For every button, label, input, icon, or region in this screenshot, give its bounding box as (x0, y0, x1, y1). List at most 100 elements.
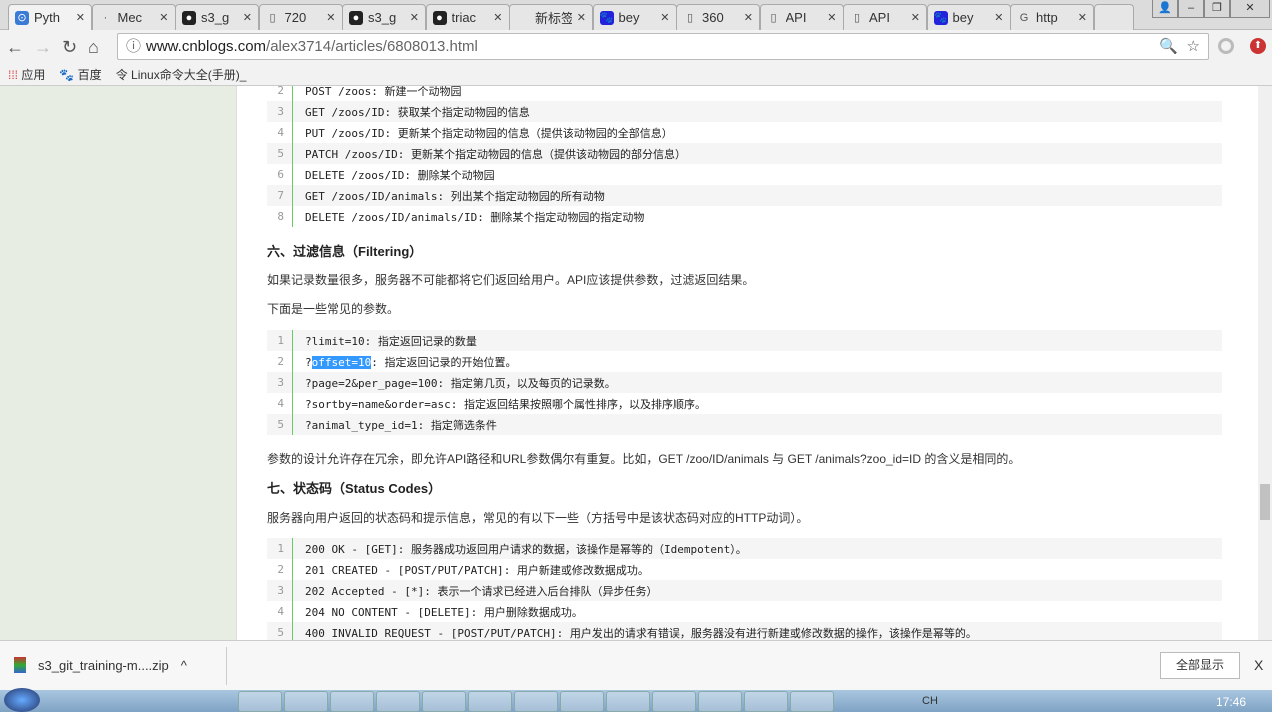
language-indicator[interactable]: CH (922, 695, 938, 707)
scrollbar-thumb[interactable] (1260, 484, 1270, 520)
forward-icon[interactable]: → (34, 37, 52, 58)
chevron-up-icon[interactable]: ^ (181, 658, 187, 673)
close-downloads-button[interactable]: X (1254, 657, 1263, 673)
close-tab-icon[interactable]: ✕ (994, 11, 1003, 24)
paint-app-icon[interactable] (744, 691, 788, 712)
browser-tab[interactable]: · Mec ✕ (91, 4, 176, 30)
browser-tab[interactable]: ▯ API ✕ (759, 4, 844, 30)
pin-icon[interactable] (192, 691, 236, 712)
browser-tab[interactable]: 新标签页 ✕ (509, 4, 593, 30)
line-number: 4 (267, 122, 293, 143)
browser-tab[interactable]: Ghttp ✕ (1010, 4, 1094, 30)
code-comment: : 用户发出的请求有错误，服务器没有进行新建或修改数据的操作，该操作是幂等的。 (556, 626, 977, 640)
bookmark-item[interactable]: 🐾 百度 (59, 66, 101, 83)
code-comment: : 服务器成功返回用户请求的数据，该操作是幂等的（Idempotent）。 (397, 542, 747, 556)
bookmark-item[interactable]: ⁞⁞⁞ 应用 (8, 66, 45, 83)
close-tab-icon[interactable]: ✕ (410, 11, 419, 24)
chrome-icon[interactable] (238, 691, 282, 712)
download-item[interactable]: s3_git_training-m....zip ^ (14, 657, 187, 673)
code-text: 204 NO CONTENT - [DELETE] (305, 605, 471, 619)
line-number: 1 (267, 330, 293, 351)
code-text: PATCH /zoos/ID (305, 147, 398, 161)
start-button[interactable] (4, 688, 40, 712)
browser-tab[interactable]: ▯ API ✕ (843, 4, 927, 30)
new-tab-button[interactable] (1093, 4, 1134, 30)
line-number: 5 (267, 414, 293, 435)
browser-toolbar: ← → ↻ ⌂ ⓘ www.cnblogs.com/alex3714/artic… (0, 30, 1272, 64)
browser-tab[interactable]: 🐾 bey ✕ (926, 4, 1011, 30)
back-icon[interactable]: ← (6, 37, 24, 58)
minimize-button[interactable]: – (1178, 0, 1204, 18)
app-icon[interactable] (606, 691, 650, 712)
close-tab-icon[interactable]: ✕ (326, 11, 335, 24)
code-comment: : 指定第几页，以及每页的记录数。 (437, 376, 616, 390)
browser-tab[interactable]: ▯ 360 ✕ (676, 4, 760, 30)
close-tab-icon[interactable]: ✕ (577, 11, 586, 24)
restore-button[interactable]: ❐ (1204, 0, 1230, 18)
baidu-icon: 🐾 (59, 68, 75, 82)
close-tab-icon[interactable]: ✕ (744, 11, 753, 24)
page-icon-icon: ▯ (686, 11, 694, 24)
browser-tab[interactable]: ● triac ✕ (425, 4, 510, 30)
close-tab-icon[interactable]: ✕ (76, 11, 85, 24)
browser-tab[interactable]: ▯ 720 ✕ (258, 4, 343, 30)
browser-tab[interactable]: 🐾 bey ✕ (592, 4, 677, 30)
line-number: 1 (267, 538, 293, 559)
page-icon-icon: ▯ (770, 11, 777, 24)
bookmark-item[interactable]: 令 Linux命令大全(手册)_ (116, 66, 247, 83)
clock[interactable]: 17:46 (1216, 695, 1246, 709)
code-line: 5 PATCH /zoos/ID: 更新某个指定动物园的信息（提供该动物园的部分信… (267, 143, 1222, 164)
star-icon[interactable]: ☆ (1187, 34, 1200, 59)
code-line: 2 POST /zoos: 新建一个动物园 (267, 86, 1222, 101)
extension-upload-icon[interactable]: ⬆ (1250, 38, 1266, 54)
code-comment: : 用户删除数据成功。 (470, 605, 583, 619)
paint-icon[interactable] (54, 691, 98, 712)
browser-tab[interactable]: ⊙ Pyth ✕ (8, 4, 92, 30)
home-icon[interactable]: ⌂ (88, 37, 99, 58)
save-icon[interactable] (146, 691, 190, 712)
pycharm-icon[interactable] (790, 691, 834, 712)
code-comment: : 用户新建或修改数据成功。 (503, 563, 649, 577)
shop-icon[interactable] (514, 691, 558, 712)
close-tab-icon[interactable]: ✕ (911, 11, 920, 24)
extension-circle-icon[interactable] (1218, 38, 1234, 54)
baidu-icon-icon: 🐾 (933, 10, 948, 25)
info-icon[interactable]: ⓘ (126, 34, 141, 59)
snipping-icon[interactable] (100, 691, 144, 712)
code-comment: : 指定返回记录的数量 (364, 334, 477, 348)
cmd-icon[interactable] (468, 691, 512, 712)
close-window-button[interactable]: ✕ (1230, 0, 1270, 18)
bird-icon[interactable] (698, 691, 742, 712)
close-tab-icon[interactable]: ✕ (493, 11, 502, 24)
zoom-icon[interactable]: 🔍 (1159, 34, 1178, 59)
browser-tab[interactable]: ● s3_g ✕ (342, 4, 426, 30)
word-icon[interactable] (330, 691, 374, 712)
tab-title: bey (952, 10, 974, 25)
close-tab-icon[interactable]: ✕ (660, 11, 669, 24)
close-tab-icon[interactable]: ✕ (1078, 11, 1087, 24)
code-text: ?sortby=name&order=asc (305, 397, 451, 411)
page-icon-icon: ▯ (269, 11, 276, 24)
notepad-icon[interactable] (284, 691, 328, 712)
powerpoint-icon[interactable] (376, 691, 420, 712)
browser-tab[interactable]: ● s3_g ✕ (175, 4, 259, 30)
apps-icon: ⁞⁞⁞ (8, 68, 19, 82)
page-scrollbar[interactable] (1258, 86, 1272, 640)
close-tab-icon[interactable]: ✕ (827, 11, 836, 24)
close-tab-icon[interactable]: ✕ (243, 11, 252, 24)
tab-title: s3_g (368, 10, 397, 25)
show-all-downloads-button[interactable]: 全部显示 (1160, 652, 1240, 679)
close-tab-icon[interactable]: ✕ (159, 11, 168, 24)
explorer-icon[interactable] (422, 691, 466, 712)
address-bar[interactable]: ⓘ www.cnblogs.com/alex3714/articles/6808… (117, 33, 1209, 60)
user-button[interactable]: 👤 (1152, 0, 1178, 18)
virtualbox-icon[interactable] (560, 691, 604, 712)
code-comment: : 删除某个动物园 (404, 168, 495, 182)
valentina-icon[interactable] (652, 691, 696, 712)
tab-strip: ⊙ Pyth ✕ · Mec ✕ ● s3_g ✕ ▯ 720 ✕ ● s3_g ✕ ● triac ✕ 新标签页 ✕… (0, 0, 1272, 30)
reload-icon[interactable]: ↻ (62, 37, 77, 58)
para-filtering: 如果记录数量很多，服务器不可能都将它们返回给用户。API应该提供参数，过滤返回结… (267, 273, 755, 287)
code-text: POST /zoos (305, 86, 372, 98)
linux-icon: 令 (115, 68, 128, 82)
code-line: 5 ?animal_type_id=1: 指定筛选条件 (267, 414, 1222, 435)
